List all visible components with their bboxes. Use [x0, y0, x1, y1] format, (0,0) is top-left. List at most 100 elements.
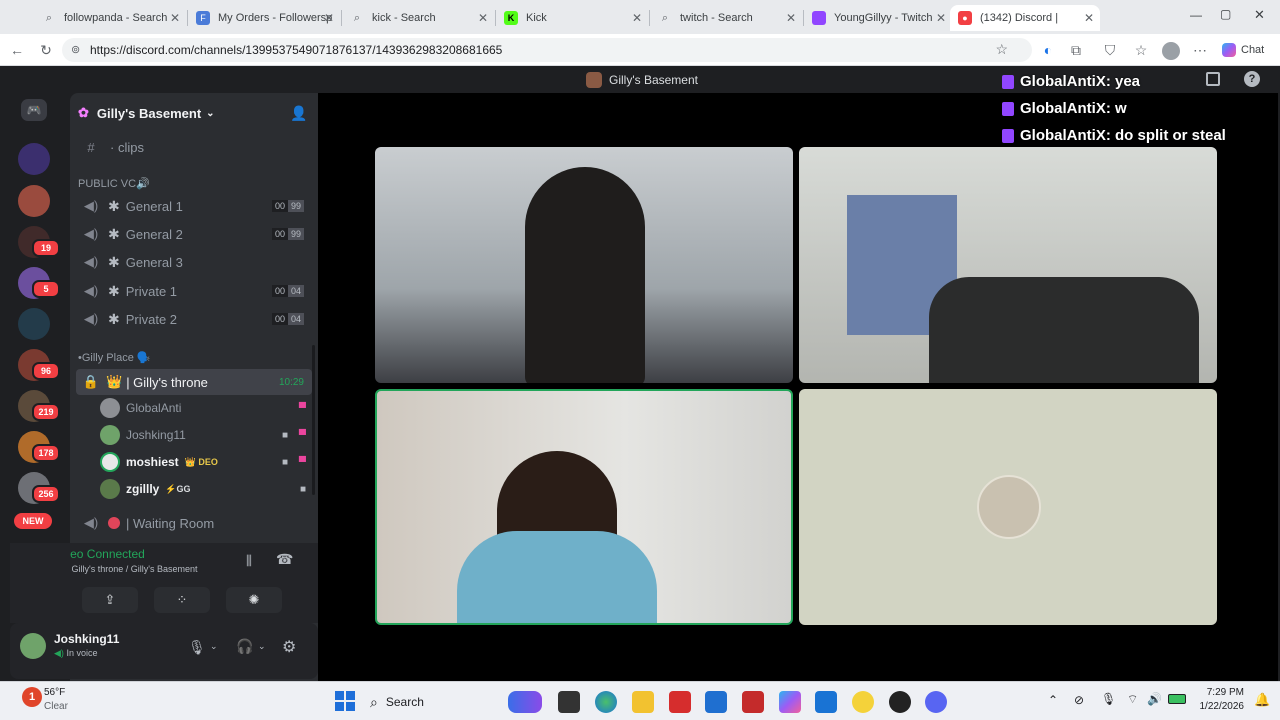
outlook-icon[interactable]	[815, 691, 837, 713]
voice-channel-private-2[interactable]: ◀) ✱ Private 2 00 04	[76, 306, 312, 332]
site-info-icon[interactable]: ⊚	[71, 43, 80, 56]
avatar[interactable]	[20, 633, 46, 659]
video-tile-speaking[interactable]	[375, 389, 793, 625]
star-icon[interactable]: ☆	[995, 41, 1008, 58]
server-icon[interactable]	[18, 143, 50, 175]
task-view-icon[interactable]	[558, 691, 580, 713]
chevron-down-icon[interactable]: ⌄	[258, 641, 266, 652]
voice-channel-general-1[interactable]: ◀) ✱ General 1 00 99	[76, 193, 312, 219]
server-icon[interactable]	[18, 185, 50, 217]
voice-member-globalanti[interactable]: GlobalAnti ▀	[100, 395, 312, 421]
headphones-icon[interactable]: 🎧	[236, 638, 253, 655]
copilot-icon[interactable]	[779, 691, 801, 713]
soundboard-button[interactable]: ✺	[226, 587, 282, 613]
maximize-button[interactable]: ▢	[1220, 7, 1231, 21]
windows-start-icon[interactable]	[335, 691, 355, 711]
clock-date[interactable]: 1/22/2026	[1196, 701, 1245, 712]
close-icon[interactable]: ✕	[478, 11, 488, 25]
tab-younggillyy-twitch[interactable]: YoungGillyy - Twitch ✕	[804, 5, 952, 31]
noise-suppression-icon[interactable]: ⫼	[246, 553, 252, 569]
voice-member-joshking11[interactable]: Joshking11 ■ ▀	[100, 422, 312, 448]
speaker-icon: ◀)	[83, 226, 99, 241]
snapchat-icon[interactable]	[852, 691, 874, 713]
close-icon[interactable]: ✕	[936, 11, 946, 25]
voice-channel-general-3[interactable]: ◀) ✱ General 3	[76, 249, 312, 275]
voice-channel-waiting-room[interactable]: ◀) | Waiting Room	[76, 510, 312, 536]
profile-avatar[interactable]	[1162, 42, 1180, 60]
more-menu-icon[interactable]: ⋯	[1192, 42, 1208, 58]
microphone-icon[interactable]: 🎙	[1101, 692, 1116, 706]
voice-member-zgillly[interactable]: zgillly ⚡GG ■	[100, 476, 312, 502]
chevron-down-icon[interactable]: ⌄	[210, 641, 218, 652]
voice-channel-private-1[interactable]: ◀) ✱ Private 1 00 04	[76, 278, 312, 304]
file-explorer-icon[interactable]	[632, 691, 654, 713]
voice-location[interactable]: 👑 | Gilly's throne / Gilly's Basement	[53, 564, 198, 575]
volume-icon[interactable]: 🔊	[1147, 692, 1162, 706]
antivirus-icon[interactable]	[742, 691, 764, 713]
voice-member-moshiest[interactable]: moshiest 👑 DEO ■ ▀	[100, 449, 312, 475]
microsoft-store-icon[interactable]	[705, 691, 727, 713]
notification-bell-icon[interactable]: 🔔	[1254, 692, 1270, 708]
app-icon[interactable]	[669, 691, 691, 713]
favorites-icon[interactable]: ☆	[1133, 42, 1149, 58]
weather-temp[interactable]: 56°F	[44, 687, 65, 698]
category-gilly-place[interactable]: •Gilly Place 🗣️	[78, 351, 151, 364]
video-camera-icon: ■	[281, 429, 288, 441]
minimize-button[interactable]: —	[1190, 8, 1202, 22]
discord-home-icon[interactable]: 🎮	[21, 99, 47, 121]
taskbar-search[interactable]: ⌕ Search	[370, 691, 510, 713]
split-screen-icon[interactable]: ⧉	[1068, 42, 1084, 58]
wifi-icon[interactable]: ⌔	[1127, 692, 1138, 707]
tab-kick[interactable]: K Kick ✕	[496, 5, 648, 31]
close-icon[interactable]: ✕	[632, 11, 642, 25]
close-icon[interactable]: ✕	[324, 11, 334, 25]
server-header[interactable]: ✿ Gilly's Basement ⌄	[78, 105, 215, 121]
tab-discord[interactable]: ● (1342) Discord | ✕	[950, 5, 1100, 31]
tab-kick-search[interactable]: ⌕ kick - Search ✕	[342, 5, 494, 31]
voice-channel-general-2[interactable]: ◀) ✱ General 2 00 99	[76, 221, 312, 247]
shield-icon[interactable]: ⛉	[1102, 42, 1118, 58]
gear-icon[interactable]: ⚙	[282, 637, 296, 657]
url-field[interactable]: ⊚ https://discord.com/channels/139953754…	[62, 38, 1032, 62]
scrollbar[interactable]	[312, 345, 315, 495]
video-tile[interactable]	[799, 147, 1217, 383]
user-limit-badge: 00 04	[271, 313, 304, 325]
role-tag: 👑 DEO	[184, 456, 218, 467]
weather-icon[interactable]: 1	[22, 687, 42, 707]
chevron-up-icon[interactable]: ⌃	[1048, 693, 1058, 707]
microphone-icon[interactable]: 🎙	[188, 639, 206, 656]
extension-icon[interactable]: ◐	[1040, 42, 1056, 58]
close-icon[interactable]: ✕	[786, 11, 796, 25]
obs-icon[interactable]	[889, 691, 911, 713]
search-icon: ⌕	[661, 11, 669, 24]
screen-share-button[interactable]: ⇪	[82, 587, 138, 613]
username[interactable]: Joshking11	[54, 632, 119, 646]
video-tile-avatar[interactable]	[799, 389, 1217, 625]
close-icon[interactable]: ✕	[1084, 11, 1094, 25]
edge-browser-icon[interactable]	[595, 691, 617, 713]
copilot-chat-button[interactable]: Chat	[1222, 43, 1264, 57]
tab-followpanda-search[interactable]: ⌕ followpanda - Search ✕	[34, 5, 186, 31]
video-tile[interactable]	[375, 147, 793, 383]
reload-icon[interactable]: ↻	[38, 42, 54, 58]
tab-my-orders[interactable]: F My Orders - Followersp ✕	[188, 5, 340, 31]
clock-time[interactable]: 7:29 PM	[1198, 687, 1244, 698]
new-badge[interactable]: NEW	[14, 513, 52, 529]
category-public-vc[interactable]: PUBLIC VC🔊	[78, 177, 150, 190]
server-icon[interactable]	[18, 308, 50, 340]
twitch-icon	[1002, 74, 1014, 89]
voice-channel-gillys-throne[interactable]: 🔒 👑 | Gilly's throne 10:29	[76, 369, 312, 395]
widgets-icon[interactable]	[508, 691, 542, 713]
disconnect-icon[interactable]: ☎	[276, 551, 293, 568]
tray-icon[interactable]: ⊘	[1074, 693, 1084, 707]
chat-message: GlobalAntiX: yea	[1002, 68, 1280, 95]
window-close-button[interactable]: ✕	[1254, 7, 1265, 23]
close-icon[interactable]: ✕	[170, 11, 180, 25]
battery-icon[interactable]	[1168, 694, 1186, 704]
activities-button[interactable]: ⁘	[154, 587, 210, 613]
text-channel-clips[interactable]: # · clips	[76, 134, 312, 160]
discord-icon[interactable]	[925, 691, 947, 713]
tab-twitch-search[interactable]: ⌕ twitch - Search ✕	[650, 5, 802, 31]
back-arrow-icon[interactable]: ←	[9, 42, 25, 58]
add-member-icon[interactable]: 👤	[290, 105, 307, 122]
